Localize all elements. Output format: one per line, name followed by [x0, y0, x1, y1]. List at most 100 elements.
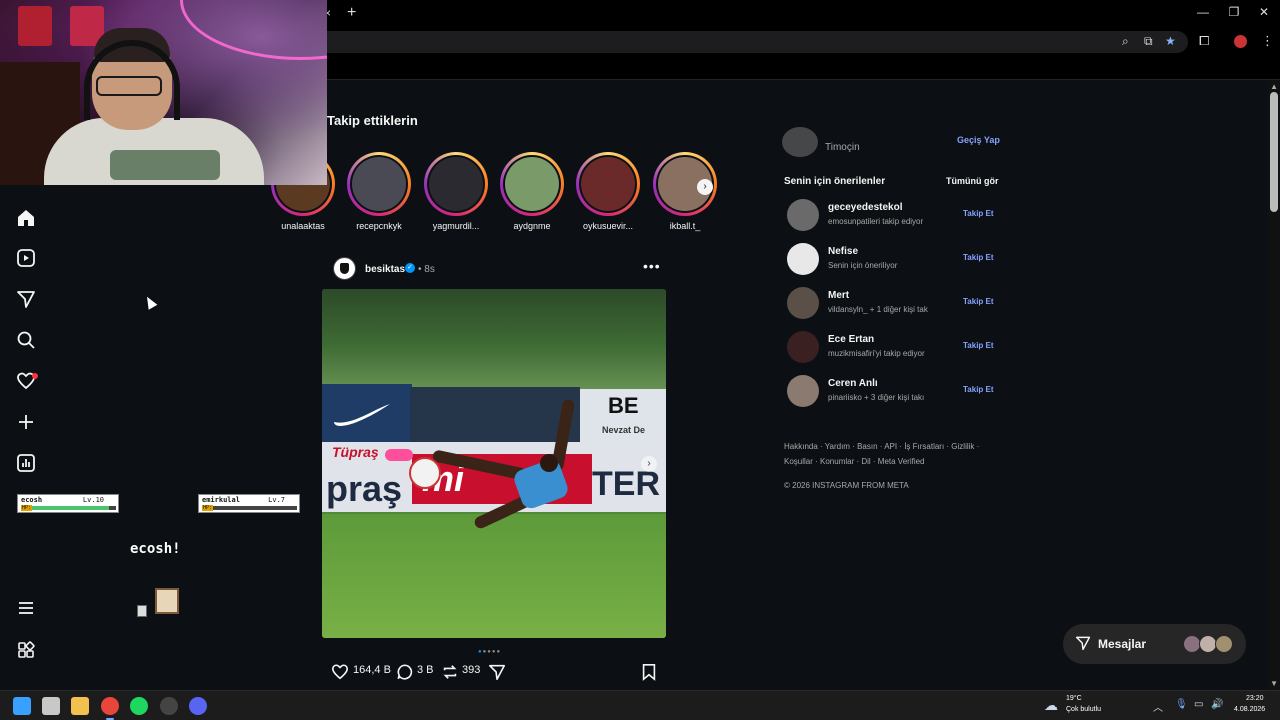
star-icon[interactable]: ★ [1165, 34, 1176, 48]
close-window-button[interactable]: ✕ [1254, 5, 1274, 19]
repost-icon[interactable] [441, 663, 459, 681]
reposts-count[interactable]: 393 [462, 664, 480, 676]
minimize-button[interactable]: — [1193, 5, 1213, 19]
suggestion-avatar[interactable] [787, 243, 819, 275]
player1-hp-bar [32, 506, 116, 510]
save-bookmark-icon[interactable] [641, 663, 657, 681]
follow-button[interactable]: Takip Et [963, 385, 994, 394]
story-ring [500, 152, 564, 216]
post-more-options-icon[interactable]: ••• [643, 258, 661, 274]
follow-button[interactable]: Takip Et [963, 253, 994, 262]
task-view-icon[interactable] [42, 697, 60, 715]
messages-button[interactable]: Mesajlar [1063, 624, 1246, 664]
footer-links[interactable]: Hakkında · Yardım · Basın · API · İş Fır… [784, 439, 994, 469]
weather-cloud-icon[interactable]: ☁ [1044, 697, 1058, 714]
maximize-button[interactable]: ❐ [1224, 5, 1244, 19]
stories-next-button[interactable]: › [697, 179, 713, 195]
current-user-avatar[interactable] [782, 127, 818, 157]
story-username: unalaaktas [281, 221, 325, 231]
page-scrollbar[interactable]: ▲ ▼ [1268, 80, 1280, 690]
direct-icon[interactable] [16, 289, 36, 309]
file-explorer-icon[interactable] [71, 697, 89, 715]
suggestion-avatar[interactable] [787, 331, 819, 363]
profile-avatar[interactable] [1234, 35, 1247, 48]
suggestion-item: Ece Ertan muzikmisafiri'yi takip ediyor Ta… [787, 331, 1002, 365]
new-tab-button[interactable]: + [347, 4, 356, 22]
post-image[interactable]: BE Nevzat De Tüpraş praş mi TER › [322, 289, 666, 638]
scroll-thumb[interactable] [1270, 92, 1278, 212]
story-username: ikball.t_ [669, 221, 701, 231]
suggestion-name[interactable]: Ece Ertan [828, 334, 874, 345]
suggestion-reason: muzikmisafiri'yi takip ediyor [828, 349, 925, 358]
scroll-up-icon[interactable]: ▲ [1270, 82, 1278, 91]
comments-count[interactable]: 3 B [417, 664, 434, 676]
image-board-nike [322, 384, 412, 442]
suggestion-avatar[interactable] [787, 287, 819, 319]
story-item[interactable]: aydgnme [500, 152, 564, 231]
weather-description[interactable]: Çok bulutlu [1066, 706, 1101, 713]
post-author-username[interactable]: besiktas [365, 264, 405, 275]
player-head [540, 454, 558, 472]
story-item[interactable]: recepcnkyk [347, 152, 411, 231]
clock-date[interactable]: 4.08.2026 [1234, 706, 1265, 713]
stories-title: Takip ettiklerin [327, 113, 418, 128]
weather-temperature[interactable]: 19°C [1066, 695, 1082, 702]
spotify-icon[interactable] [130, 697, 148, 715]
suggestion-name[interactable]: Mert [828, 290, 849, 301]
insights-icon[interactable] [16, 453, 36, 473]
chrome-icon[interactable] [101, 697, 119, 715]
create-icon[interactable] [16, 412, 36, 432]
follow-button[interactable]: Takip Et [963, 341, 994, 350]
story-item[interactable]: yagmurdil... [424, 152, 488, 231]
image-next-button[interactable]: › [641, 456, 657, 472]
windows-start-icon[interactable] [13, 697, 31, 715]
avatar-sprite [155, 588, 179, 614]
follow-button[interactable]: Takip Et [963, 297, 994, 306]
browser-menu-icon[interactable]: ⋮ [1261, 33, 1274, 49]
zoom-icon[interactable]: ⌕ [1122, 34, 1129, 49]
suggestion-item: Mert vildansyln_ + 1 diğer kişi tak Takip … [787, 287, 1002, 321]
story-item[interactable]: oykusuevir... [576, 152, 640, 231]
like-heart-icon[interactable] [331, 663, 349, 681]
suggestion-avatar[interactable] [787, 199, 819, 231]
discord-icon[interactable] [189, 697, 207, 715]
suggestion-name[interactable]: Ceren Anlı [828, 378, 878, 389]
story-ring [424, 152, 488, 216]
suggestion-reason: vildansyln_ + 1 diğer kişi tak [828, 305, 928, 314]
suggestion-name[interactable]: Nefise [828, 246, 858, 257]
board-text: BE [608, 393, 639, 418]
menu-icon[interactable] [16, 598, 36, 618]
microphone-icon[interactable]: 🎙 [1175, 699, 1188, 710]
suggestion-name[interactable]: geceyedestekol [828, 202, 903, 213]
nike-swoosh-logo [334, 404, 390, 426]
switch-account-link[interactable]: Geçiş Yap [957, 135, 1000, 145]
likes-count[interactable]: 164,4 B [353, 664, 391, 676]
story-ring-inner [350, 155, 408, 213]
comment-icon[interactable] [396, 663, 414, 681]
mouse-cursor [142, 294, 158, 310]
monitor-icon[interactable]: ▭ [1194, 699, 1203, 710]
game-caption: ecosh! [130, 541, 181, 557]
apps-icon[interactable] [16, 640, 36, 660]
see-all-link[interactable]: Tümünü gör [946, 176, 999, 186]
suggestion-reason: Senin için öneriliyor [828, 261, 898, 270]
tray-chevron-icon[interactable]: ︿ [1153, 699, 1163, 714]
install-icon[interactable]: ⧉ [1144, 34, 1153, 49]
extensions-icon[interactable]: ⧠ [1199, 33, 1209, 49]
post-author-avatar[interactable] [333, 257, 356, 280]
reels-icon[interactable] [16, 248, 36, 268]
obs-icon[interactable] [160, 697, 178, 715]
share-icon[interactable] [488, 663, 506, 681]
home-icon[interactable] [16, 208, 36, 228]
taskbar: ☁ 19°C Çok bulutlu ︿ 🎙 ▭ 🔊 23:20 4.08.20… [0, 690, 1280, 720]
search-icon[interactable] [16, 330, 36, 350]
follow-button[interactable]: Takip Et [963, 209, 994, 218]
screen: × + — ❐ ✕ ⌕ ⧉ ★ ⧠ ⋮ ▲ ▼ ecosh Lv.10 HP: … [0, 0, 1280, 720]
sponsor-text-1: Tüpraş [332, 444, 379, 460]
volume-icon[interactable]: 🔊 [1211, 699, 1223, 710]
post-time: • 8s [418, 264, 435, 275]
omnibox[interactable]: ⌕ ⧉ ★ [300, 31, 1188, 53]
clock-time[interactable]: 23:20 [1246, 695, 1264, 702]
suggestion-avatar[interactable] [787, 375, 819, 407]
scroll-down-icon[interactable]: ▼ [1270, 679, 1278, 688]
